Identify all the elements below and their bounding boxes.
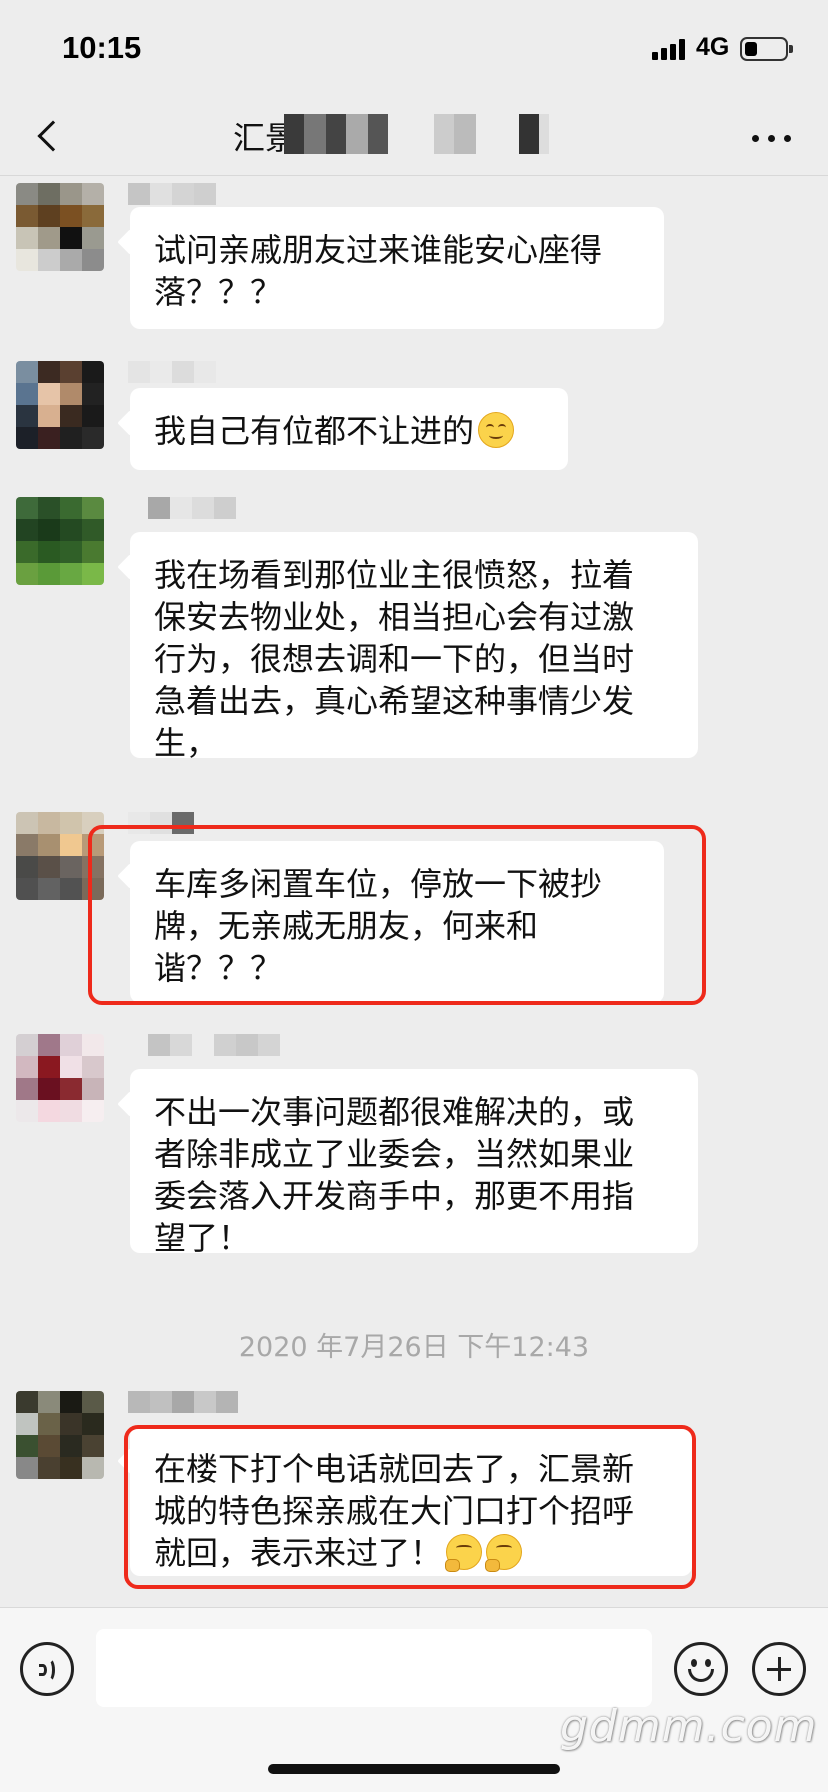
- avatar[interactable]: [16, 1034, 104, 1122]
- avatar[interactable]: [16, 183, 104, 271]
- message-input[interactable]: [96, 1629, 652, 1707]
- more-icon[interactable]: [748, 120, 798, 154]
- input-bar: gdmm.com: [0, 1607, 828, 1792]
- home-indicator[interactable]: [268, 1764, 560, 1774]
- signal-icon: [652, 38, 688, 60]
- chat-header: 汇景: [0, 96, 828, 176]
- chat-timestamp: 2020 年7月26日 下午12:43: [238, 1332, 590, 1363]
- emoji-icon[interactable]: [674, 1642, 728, 1696]
- sender-name: [128, 183, 218, 205]
- status-time: 10:15: [62, 30, 142, 65]
- status-bar: 10:15 4G: [0, 0, 828, 96]
- plus-icon[interactable]: [752, 1642, 806, 1696]
- voice-icon[interactable]: [20, 1642, 74, 1696]
- watermark: gdmm.com: [560, 1701, 818, 1752]
- smiling-face-icon: [478, 412, 515, 448]
- message-bubble[interactable]: 我自己有位都不让进的: [130, 388, 568, 470]
- sender-name: [148, 497, 238, 519]
- sender-name: [128, 361, 218, 383]
- network-type: 4G: [696, 33, 730, 61]
- message-bubble[interactable]: 不出一次事问题都很难解决的，或 者除非成立了业委会，当然如果业 委会落入开发商手…: [130, 1069, 698, 1257]
- sender-name: [148, 1034, 288, 1056]
- chat-area[interactable]: 试问亲戚朋友过来谁能安心座得 落？？？ 我自己有位都不让进的 我在场看到那位业主…: [0, 177, 828, 1607]
- avatar[interactable]: [16, 361, 104, 449]
- back-icon[interactable]: [30, 112, 80, 162]
- message-bubble[interactable]: 我在场看到那位业主很愤怒，拉着 保安去物业处，相当担心会有过激 行为，很想去调和…: [130, 532, 698, 762]
- highlight-box: [124, 1425, 696, 1589]
- avatar[interactable]: [16, 497, 104, 585]
- battery-icon: [740, 37, 793, 61]
- avatar[interactable]: [16, 1391, 104, 1479]
- message-bubble[interactable]: 试问亲戚朋友过来谁能安心座得 落？？？: [130, 207, 664, 329]
- title-mosaic: [284, 114, 624, 154]
- highlight-box: [88, 825, 706, 1005]
- sender-name: [128, 1391, 240, 1413]
